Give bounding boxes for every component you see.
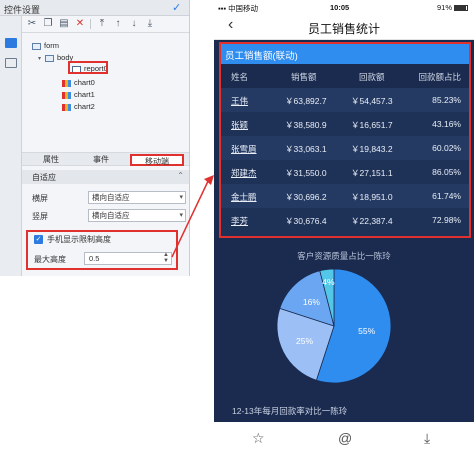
tree-toolbar: ✂ ❐ ▤ ✕ ⤒ ↑ ↓ ⤓ bbox=[22, 16, 189, 33]
employee-link[interactable]: 张雪眉 bbox=[231, 143, 257, 155]
table-row[interactable]: 张雪眉 ￥33,063.1 ￥19,843.2 60.02% bbox=[221, 136, 469, 160]
table-row[interactable]: 金士鹏 ￥30,696.2 ￥18,951.0 61.74% bbox=[221, 184, 469, 208]
copy-icon[interactable]: ❐ bbox=[42, 18, 54, 30]
limit-height-label: 手机显示限制高度 bbox=[47, 235, 111, 244]
component-tree: form ▾ body report0 chart0 chart1 chart2 bbox=[22, 34, 189, 148]
pie-chart: 55% 25% 16%4% bbox=[276, 268, 392, 384]
limit-height-checkbox[interactable]: ✓ bbox=[34, 235, 43, 244]
employee-link[interactable]: 郑建杰 bbox=[231, 167, 257, 179]
panel-title: 控件设置 bbox=[4, 5, 41, 15]
move-top-icon[interactable]: ⤒ bbox=[96, 18, 108, 30]
battery-status: 91% bbox=[437, 3, 468, 12]
move-up-icon[interactable]: ↑ bbox=[112, 18, 124, 30]
at-icon[interactable]: @ bbox=[338, 430, 352, 446]
status-time: 10:05 bbox=[330, 3, 350, 12]
connector-arrow bbox=[171, 175, 214, 258]
vertical-label: 竖屏 bbox=[32, 212, 48, 221]
tab-properties[interactable]: 属性 bbox=[28, 154, 74, 166]
pie-slice-label: 55% bbox=[358, 326, 375, 336]
collapse-icon[interactable]: ▾ bbox=[38, 54, 45, 65]
col-name: 姓名 bbox=[231, 72, 249, 82]
employee-link[interactable]: 李芳 bbox=[231, 215, 248, 227]
adapt-section-header[interactable]: 自适应 ⌃ bbox=[22, 170, 189, 184]
star-icon[interactable]: ☆ bbox=[252, 430, 265, 447]
form-icon bbox=[32, 42, 41, 50]
move-down-icon[interactable]: ↓ bbox=[128, 18, 140, 30]
horizontal-row: 横屏 横向自适应 ▾ bbox=[22, 190, 189, 206]
download-icon[interactable]: ⤓ bbox=[424, 430, 430, 447]
highlight-box-report0 bbox=[68, 61, 108, 74]
chart-icon bbox=[62, 103, 71, 111]
employee-link[interactable]: 张颖 bbox=[231, 119, 248, 131]
mobile-preview: ▪▪▪ 中国移动 10:05 91% ‹ 员工销售统计 员工销售额(联动) 姓名… bbox=[214, 0, 474, 456]
max-height-input[interactable]: 0.5 ▲ ▼ bbox=[84, 252, 172, 265]
max-height-row: 最大高度 0.5 ▲ ▼ bbox=[30, 251, 175, 266]
chart-icon bbox=[62, 79, 71, 87]
max-height-label: 最大高度 bbox=[34, 255, 66, 264]
body-icon bbox=[45, 54, 54, 62]
side-strip bbox=[0, 16, 22, 276]
component-tree-icon[interactable] bbox=[5, 58, 17, 68]
page-title: 员工销售统计 bbox=[307, 22, 380, 36]
col-ratio: 回款额占比 bbox=[418, 72, 461, 82]
table-row[interactable]: 张颖 ￥38,580.9 ￥16,651.7 43.16% bbox=[221, 112, 469, 136]
report-title: 员工销售额(联动) bbox=[225, 51, 298, 62]
mobile-layout-icon[interactable] bbox=[5, 38, 17, 48]
table-row[interactable]: 李芳 ￥30,676.4 ￥22,387.4 72.98% bbox=[221, 208, 469, 236]
control-settings-panel: 控件设置 ✓ ✂ ❐ ▤ ✕ ⤒ ↑ ↓ ⤓ form ▾ body report… bbox=[0, 0, 190, 276]
tab-events[interactable]: 事件 bbox=[78, 154, 124, 166]
delete-icon[interactable]: ✕ bbox=[74, 18, 86, 30]
report-panel: 员工销售额(联动) 姓名 销售额 回款额 回款额占比 王伟 ￥63,892.7 … bbox=[219, 42, 471, 238]
vertical-row: 竖屏 横向自适应 ▾ bbox=[22, 208, 189, 224]
tree-node-chart2[interactable]: chart2 bbox=[62, 101, 95, 112]
next-chart-title: 12-13年每月回款率对比一陈玲 bbox=[232, 406, 348, 416]
pie-chart-section: 客户资源质量占比一陈玲 55% 25% 16% 4% bbox=[214, 242, 474, 402]
table-row[interactable]: 王伟 ￥63,892.7 ￥54,457.3 85.23% bbox=[221, 88, 469, 112]
tree-node-form[interactable]: form bbox=[32, 40, 59, 51]
cut-icon[interactable]: ✂ bbox=[26, 18, 38, 30]
toolbar-divider bbox=[90, 19, 91, 29]
tree-node-chart1[interactable]: chart1 bbox=[62, 89, 95, 100]
table-row[interactable]: 郑建杰 ￥31,550.0 ￥27,151.1 86.05% bbox=[221, 160, 469, 184]
battery-icon bbox=[454, 5, 468, 12]
status-bar: ▪▪▪ 中国移动 10:05 91% bbox=[214, 0, 474, 14]
limit-height-row: ✓ 手机显示限制高度 bbox=[30, 233, 175, 246]
report-title-bar: 员工销售额(联动) bbox=[221, 44, 469, 64]
tree-node-chart0[interactable]: chart0 bbox=[62, 77, 95, 88]
paste-icon[interactable]: ▤ bbox=[58, 18, 70, 30]
check-icon[interactable]: ✓ bbox=[172, 1, 181, 14]
horizontal-label: 横屏 bbox=[32, 194, 48, 203]
nav-bar: ‹ 员工销售统计 bbox=[214, 14, 474, 40]
pie-slice-label: 16% bbox=[303, 297, 320, 307]
tab-mobile[interactable]: 移动端 bbox=[130, 154, 184, 166]
col-sales: 销售额 bbox=[291, 72, 317, 82]
move-bottom-icon[interactable]: ⤓ bbox=[144, 18, 156, 30]
signal-icon: ▪▪▪ 中国移动 bbox=[218, 4, 259, 13]
employee-link[interactable]: 金士鹏 bbox=[231, 191, 257, 203]
pie-slice-label: 4% bbox=[322, 277, 335, 287]
bottom-toolbar: ☆ @ ⤓ bbox=[214, 422, 474, 456]
property-tabs: 属性 事件 移动端 bbox=[22, 152, 189, 166]
table-header: 姓名 销售额 回款额 回款额占比 bbox=[221, 64, 469, 88]
employee-link[interactable]: 王伟 bbox=[231, 95, 248, 107]
pie-chart-title: 客户资源质量占比一陈玲 bbox=[297, 251, 391, 261]
panel-header: 控件设置 ✓ bbox=[0, 0, 189, 16]
pie-slice-label: 25% bbox=[296, 336, 313, 346]
spinner-icon[interactable]: ▲ ▼ bbox=[163, 252, 169, 264]
col-return: 回款额 bbox=[359, 72, 385, 82]
chart-icon bbox=[62, 91, 71, 99]
adapt-section-label: 自适应 bbox=[32, 173, 56, 182]
